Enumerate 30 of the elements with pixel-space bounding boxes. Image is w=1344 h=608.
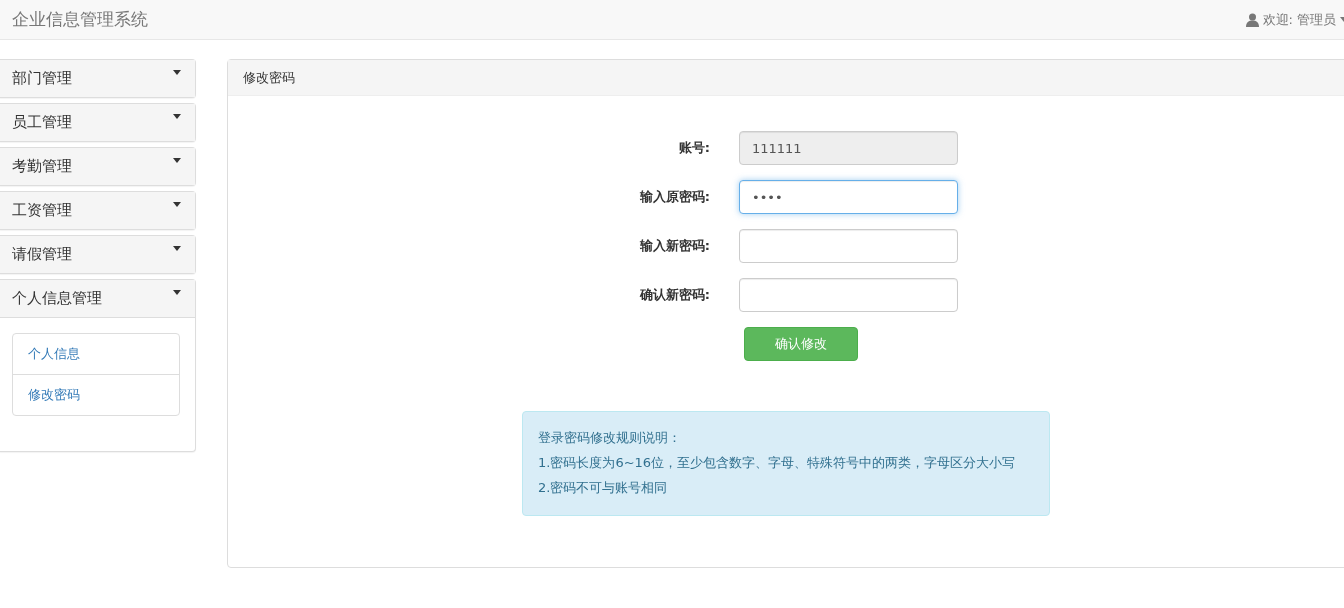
caret-icon — [173, 158, 181, 163]
input-field[interactable] — [739, 278, 958, 312]
field-label: 确认新密码: — [638, 286, 710, 304]
caret-icon — [173, 290, 181, 295]
submenu-link[interactable]: 个人信息 — [13, 334, 179, 374]
user-menu[interactable]: 管理员 — [1297, 10, 1336, 29]
welcome-text: 欢迎: — [1262, 10, 1293, 29]
field-label: 输入新密码: — [638, 237, 710, 255]
field-label: 输入原密码: — [638, 188, 710, 206]
input-field[interactable]: 111111 — [739, 131, 958, 165]
input-field[interactable] — [739, 229, 958, 263]
field-label: 账号: — [677, 139, 710, 157]
input-field[interactable]: •••• — [739, 180, 958, 214]
sidebar-item[interactable]: 个人信息管理 — [0, 280, 195, 317]
alert-rule: 2.密码不可与账号相同 — [538, 479, 669, 497]
sidebar-item[interactable]: 考勤管理 — [0, 148, 195, 185]
alert-title: 登录密码修改规则说明： — [538, 429, 682, 447]
caret-icon — [173, 70, 181, 75]
alert-rule: 1.密码长度为6~16位，至少包含数字、字母、特殊符号中的两类，字母区分大小写 — [538, 454, 1017, 472]
sidebar-item[interactable]: 请假管理 — [0, 236, 195, 273]
panel-title: 修改密码 — [228, 60, 1344, 96]
brand-title[interactable]: 企业信息管理系统 — [12, 8, 148, 31]
sidebar-item[interactable]: 工资管理 — [0, 192, 195, 229]
caret-icon — [173, 202, 181, 207]
caret-icon — [173, 246, 181, 251]
submenu-link[interactable]: 修改密码 — [13, 374, 179, 415]
caret-icon — [173, 114, 181, 119]
sidebar-item[interactable]: 部门管理 — [0, 60, 195, 97]
user-icon — [1245, 12, 1259, 27]
sidebar-item[interactable]: 员工管理 — [0, 104, 195, 141]
